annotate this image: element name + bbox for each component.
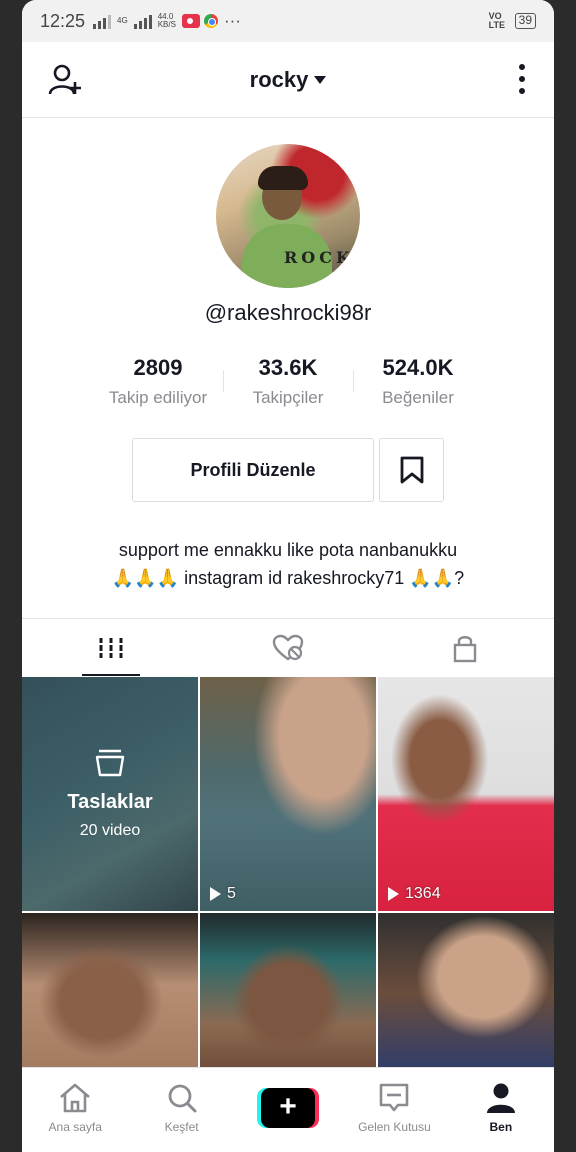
status-time: 12:25	[40, 10, 86, 31]
view-count: 1364	[388, 885, 441, 903]
volte-indicator: VO LTE	[488, 11, 505, 30]
lock-icon	[454, 635, 477, 662]
vertical-dots-icon[interactable]	[518, 64, 526, 94]
video-tile[interactable]	[378, 913, 554, 1067]
nav-discover[interactable]: Keşfet	[128, 1068, 234, 1152]
profile-icon	[486, 1083, 515, 1113]
wifi-signal-icon	[93, 13, 112, 29]
video-tile[interactable]: 5	[200, 677, 376, 911]
view-count: 5	[210, 885, 236, 903]
avatar[interactable]: ROCK	[216, 144, 360, 288]
nav-create[interactable]: +	[235, 1068, 341, 1152]
app-screen: 12:25 4G 44.0 KB/S ··· VO LTE 39 rocky RO…	[22, 0, 554, 1152]
edit-profile-button[interactable]: Profili Düzenle	[132, 438, 374, 502]
profile-stats: 2809 Takip ediliyor 33.6K Takipçiler 524…	[22, 352, 554, 408]
account-switcher[interactable]: rocky	[250, 67, 327, 93]
stat-followers[interactable]: 33.6K Takipçiler	[223, 352, 353, 408]
battery-icon: 39	[514, 13, 536, 29]
profile-header: rocky	[22, 42, 554, 118]
drafts-tile[interactable]: Taslaklar 20 video	[22, 677, 198, 911]
video-tile[interactable]	[22, 913, 198, 1067]
cell-signal-icon	[133, 13, 152, 29]
nav-me[interactable]: Ben	[448, 1068, 554, 1152]
screen-record-icon	[181, 14, 200, 28]
nav-home[interactable]: Ana sayfa	[22, 1068, 128, 1152]
tab-private[interactable]	[377, 619, 554, 676]
avatar-text: ROCK	[284, 248, 354, 267]
nav-inbox[interactable]: Gelen Kutusu	[341, 1068, 447, 1152]
caret-down-icon	[314, 75, 327, 84]
net-speed: 44.0 KB/S	[157, 12, 176, 29]
stat-following[interactable]: 2809 Takip ediliyor	[93, 352, 223, 408]
tab-videos[interactable]	[22, 619, 199, 676]
plus-icon: +	[261, 1088, 316, 1128]
add-user-icon[interactable]	[48, 62, 84, 98]
drafts-count: 20 video	[79, 821, 141, 839]
more-notifications: ···	[223, 11, 241, 30]
grid-icon	[97, 637, 124, 658]
play-icon	[388, 887, 399, 901]
search-icon	[168, 1084, 197, 1113]
video-tile[interactable]: 1364	[378, 677, 554, 911]
create-button[interactable]: +	[257, 1088, 320, 1128]
video-tile[interactable]	[200, 913, 376, 1067]
profile-handle: @rakeshrocki98r	[204, 300, 372, 325]
bookmark-icon	[400, 456, 423, 484]
home-icon	[60, 1083, 91, 1113]
play-icon	[210, 887, 221, 901]
profile-tabs	[22, 618, 554, 676]
header-username: rocky	[249, 66, 309, 92]
chrome-icon	[203, 14, 218, 28]
bottom-nav: Ana sayfa Keşfet + Gelen Kutusu Ben	[22, 1067, 554, 1152]
video-grid: Taslaklar 20 video 5 1364	[22, 677, 554, 1067]
stat-likes[interactable]: 524.0K Beğeniler	[353, 352, 483, 408]
bio-line-1: support me ennakku like pota nanbanukku	[118, 540, 458, 560]
drafts-box-icon	[95, 749, 125, 776]
profile-bio: support me ennakku like pota nanbanukku …	[22, 536, 554, 592]
network-type: 4G	[117, 16, 128, 25]
status-bar: 12:25 4G 44.0 KB/S ··· VO LTE 39	[22, 0, 554, 42]
inbox-icon	[380, 1083, 409, 1112]
bio-line-2: 🙏🙏🙏 instagram id rakeshrocky71 🙏🙏?	[111, 568, 465, 588]
liked-hidden-icon	[272, 634, 304, 660]
drafts-title: Taslaklar	[67, 790, 153, 813]
tab-liked[interactable]	[199, 619, 376, 676]
favorites-button[interactable]	[379, 438, 444, 502]
